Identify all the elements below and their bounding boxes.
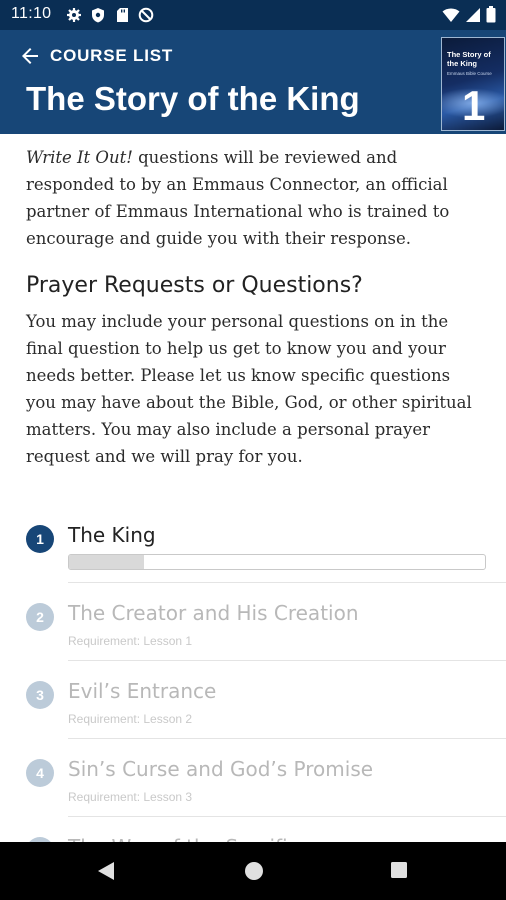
lesson-number-badge: 1 (26, 525, 54, 553)
back-triangle-icon[interactable] (97, 861, 115, 886)
lesson-title: The King (68, 523, 156, 547)
lesson-item-2[interactable]: 2 The Creator and His Creation Requireme… (0, 583, 506, 661)
no-sync-icon (138, 7, 154, 23)
course-description: Write It Out! questions will be reviewed… (26, 134, 482, 470)
lesson-progress-fill (69, 555, 144, 569)
course-cover-image: The Story of the King Emmaus Bible Cours… (441, 37, 505, 131)
lesson-number-badge: 2 (26, 603, 54, 631)
recents-square-icon[interactable] (390, 861, 408, 884)
lesson-requirement: Requirement: Lesson 2 (68, 712, 193, 726)
prayer-heading: Prayer Requests or Questions? (26, 273, 363, 298)
prayer-paragraph: You may include your personal questions … (26, 312, 472, 466)
lesson-number-badge: 4 (26, 759, 54, 787)
arrow-left-icon (22, 48, 38, 64)
status-notification-icons (66, 7, 154, 23)
lesson-requirement: Requirement: Lesson 1 (68, 634, 193, 648)
signal-icon (465, 7, 481, 28)
system-navigation-bar (0, 842, 506, 900)
home-circle-icon[interactable] (244, 861, 264, 886)
status-time: 11:10 (11, 5, 52, 22)
lesson-progress-bar (68, 554, 486, 570)
lesson-number-badge: 3 (26, 681, 54, 709)
wifi-icon (442, 7, 460, 28)
cover-subtitle: Emmaus Bible Course (447, 71, 492, 76)
lesson-item-1[interactable]: 1 The King (0, 505, 506, 583)
lesson-item-4[interactable]: 4 Sin’s Curse and God’s Promise Requirem… (0, 739, 506, 817)
back-label: COURSE LIST (50, 46, 174, 65)
battery-icon (486, 6, 496, 28)
lesson-title: The Creator and His Creation (68, 601, 359, 625)
app-header: COURSE LIST The Story of the King The St… (0, 30, 506, 134)
intro-paragraph: Write It Out! questions will be reviewed… (26, 144, 482, 252)
lesson-requirement: Requirement: Lesson 3 (68, 790, 193, 804)
cover-title: The Story of the King (447, 50, 491, 68)
lesson-title: Evil’s Entrance (68, 679, 217, 703)
intro-emphasis: Write It Out! (26, 148, 133, 167)
back-to-course-list-button[interactable]: COURSE LIST (18, 44, 173, 68)
status-system-icons (442, 6, 496, 28)
page-title: The Story of the King (26, 80, 360, 117)
gear-icon (66, 7, 82, 23)
lesson-list: 1 The King 2 The Creator and His Creatio… (0, 505, 506, 895)
lesson-title: Sin’s Curse and God’s Promise (68, 757, 374, 781)
lesson-item-3[interactable]: 3 Evil’s Entrance Requirement: Lesson 2 (0, 661, 506, 739)
cover-number: 1 (462, 82, 486, 129)
status-bar: 11:10 (0, 0, 506, 30)
sd-card-icon (114, 7, 130, 23)
shield-icon (90, 7, 106, 23)
